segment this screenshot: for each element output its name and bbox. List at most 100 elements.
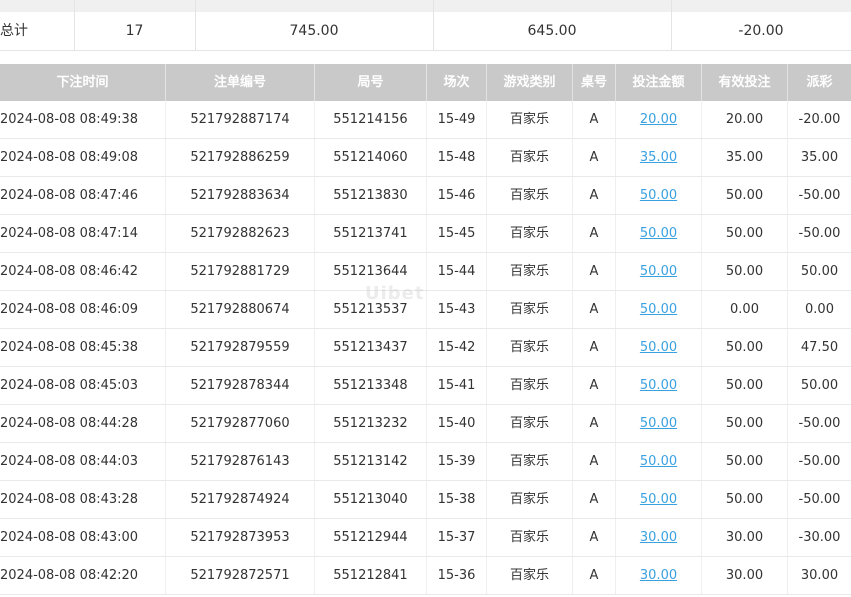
cell-table: A bbox=[573, 177, 616, 214]
cell-valid-bet: 50.00 bbox=[702, 405, 788, 442]
cell-order-no: 521792886259 bbox=[166, 139, 315, 176]
bet-amount-link[interactable]: 50.00 bbox=[640, 378, 677, 393]
cell-bet-amount: 50.00 bbox=[616, 481, 702, 518]
table-row: 2024-08-08 08:43:00 521792873953 551212944… bbox=[0, 519, 851, 557]
header-game-type[interactable]: 游戏类别 bbox=[487, 64, 573, 101]
table-body: 2024-08-08 08:49:38 521792887174 551214156… bbox=[0, 101, 851, 595]
cell-session: 15-49 bbox=[427, 101, 487, 138]
header-round-no[interactable]: 局号 bbox=[315, 64, 427, 101]
cell-valid-bet: 50.00 bbox=[702, 367, 788, 404]
cell-round-no: 551212944 bbox=[315, 519, 427, 556]
cell-bet-amount: 50.00 bbox=[616, 367, 702, 404]
cell-payout: -50.00 bbox=[798, 188, 841, 203]
cell-session: 15-48 bbox=[427, 139, 487, 176]
cell-game-type: 百家乐 bbox=[487, 215, 573, 252]
cell-order-no: 521792887174 bbox=[166, 101, 315, 138]
bet-history-view: 总计 17 745.00 645.00 -20.00 下注时间 注单编号 局号 … bbox=[0, 0, 851, 597]
bet-amount-link[interactable]: 50.00 bbox=[640, 492, 677, 507]
table-row: 2024-08-08 08:46:42 521792881729 551213644… bbox=[0, 253, 851, 291]
cell-game-type: 百家乐 bbox=[487, 139, 573, 176]
cell-round-no: 551213348 bbox=[315, 367, 427, 404]
summary-top-strip bbox=[0, 0, 851, 12]
cell-time: 2024-08-08 08:43:28 bbox=[0, 481, 166, 518]
cell-table: A bbox=[573, 329, 616, 366]
cell-valid-bet: 30.00 bbox=[702, 557, 788, 594]
cell-table: A bbox=[573, 519, 616, 556]
header-session[interactable]: 场次 bbox=[427, 64, 487, 101]
cell-bet-amount: 50.00 bbox=[616, 329, 702, 366]
cell-round-no: 551213142 bbox=[315, 443, 427, 480]
cell-payout: 30.00 bbox=[800, 568, 839, 583]
cell-session: 15-46 bbox=[427, 177, 487, 214]
header-table[interactable]: 桌号 bbox=[573, 64, 616, 101]
cell-game-type: 百家乐 bbox=[487, 329, 573, 366]
bet-amount-link[interactable]: 50.00 bbox=[640, 226, 677, 241]
cell-payout: -50.00 bbox=[798, 454, 841, 469]
cell-payout: 0.00 bbox=[805, 302, 834, 317]
cell-game-type: 百家乐 bbox=[487, 367, 573, 404]
cell-game-type: 百家乐 bbox=[487, 405, 573, 442]
cell-round-no: 551214156 bbox=[315, 101, 427, 138]
cell-time: 2024-08-08 08:47:14 bbox=[0, 215, 166, 252]
bet-amount-link[interactable]: 20.00 bbox=[640, 112, 677, 127]
cell-payout: -30.00 bbox=[798, 530, 841, 545]
bet-amount-link[interactable]: 50.00 bbox=[640, 188, 677, 203]
header-bet-amount[interactable]: 投注金额 bbox=[616, 64, 702, 101]
cell-bet-amount: 30.00 bbox=[616, 519, 702, 556]
cell-time: 2024-08-08 08:45:38 bbox=[0, 329, 166, 366]
cell-payout: -50.00 bbox=[798, 226, 841, 241]
cell-time: 2024-08-08 08:46:42 bbox=[0, 253, 166, 290]
cell-order-no: 521792878344 bbox=[166, 367, 315, 404]
bet-amount-link[interactable]: 50.00 bbox=[640, 264, 677, 279]
header-order-no[interactable]: 注单编号 bbox=[166, 64, 315, 101]
cell-bet-amount: 30.00 bbox=[616, 557, 702, 594]
cell-game-type: 百家乐 bbox=[487, 101, 573, 138]
cell-payout: -20.00 bbox=[798, 112, 841, 127]
table-row: 2024-08-08 08:46:09 521792880674 551213537… bbox=[0, 291, 851, 329]
cell-time: 2024-08-08 08:42:20 bbox=[0, 557, 166, 594]
cell-session: 15-44 bbox=[427, 253, 487, 290]
cell-payout: -50.00 bbox=[798, 492, 841, 507]
cell-order-no: 521792873953 bbox=[166, 519, 315, 556]
bet-amount-link[interactable]: 50.00 bbox=[640, 302, 677, 317]
cell-order-no: 521792880674 bbox=[166, 291, 315, 328]
cell-valid-bet: 50.00 bbox=[702, 253, 788, 290]
cell-session: 15-45 bbox=[427, 215, 487, 252]
cell-bet-amount: 35.00 bbox=[616, 139, 702, 176]
bet-amount-link[interactable]: 35.00 bbox=[640, 150, 677, 165]
cell-bet-amount: 50.00 bbox=[616, 177, 702, 214]
table-row: 2024-08-08 08:47:46 521792883634 551213830… bbox=[0, 177, 851, 215]
cell-table: A bbox=[573, 139, 616, 176]
bet-amount-link[interactable]: 50.00 bbox=[640, 340, 677, 355]
cell-session: 15-41 bbox=[427, 367, 487, 404]
header-payout[interactable]: 派彩 bbox=[788, 64, 851, 101]
cell-order-no: 521792876143 bbox=[166, 443, 315, 480]
cell-round-no: 551213644 bbox=[315, 253, 427, 290]
cell-round-no: 551213830 bbox=[315, 177, 427, 214]
cell-bet-amount: 20.00 bbox=[616, 101, 702, 138]
cell-session: 15-39 bbox=[427, 443, 487, 480]
bet-amount-link[interactable]: 30.00 bbox=[640, 568, 677, 583]
cell-round-no: 551214060 bbox=[315, 139, 427, 176]
table-row: 2024-08-08 08:49:08 521792886259 551214060… bbox=[0, 139, 851, 177]
cell-round-no: 551213232 bbox=[315, 405, 427, 442]
summary-payout-total: -20.00 bbox=[738, 23, 784, 39]
table-row: 2024-08-08 08:44:03 521792876143 551213142… bbox=[0, 443, 851, 481]
summary-panel: 总计 17 745.00 645.00 -20.00 bbox=[0, 0, 851, 51]
cell-valid-bet: 0.00 bbox=[702, 291, 788, 328]
cell-payout: -50.00 bbox=[798, 416, 841, 431]
cell-game-type: 百家乐 bbox=[487, 557, 573, 594]
bet-amount-link[interactable]: 50.00 bbox=[640, 416, 677, 431]
cell-time: 2024-08-08 08:49:38 bbox=[0, 101, 166, 138]
table-row: 2024-08-08 08:49:38 521792887174 551214156… bbox=[0, 101, 851, 139]
cell-table: A bbox=[573, 215, 616, 252]
cell-bet-amount: 50.00 bbox=[616, 215, 702, 252]
bet-amount-link[interactable]: 50.00 bbox=[640, 454, 677, 469]
bet-amount-link[interactable]: 30.00 bbox=[640, 530, 677, 545]
cell-game-type: 百家乐 bbox=[487, 519, 573, 556]
header-time[interactable]: 下注时间 bbox=[0, 64, 166, 101]
header-valid-bet[interactable]: 有效投注 bbox=[702, 64, 788, 101]
table-row: 2024-08-08 08:44:28 521792877060 551213232… bbox=[0, 405, 851, 443]
cell-session: 15-43 bbox=[427, 291, 487, 328]
cell-game-type: 百家乐 bbox=[487, 291, 573, 328]
